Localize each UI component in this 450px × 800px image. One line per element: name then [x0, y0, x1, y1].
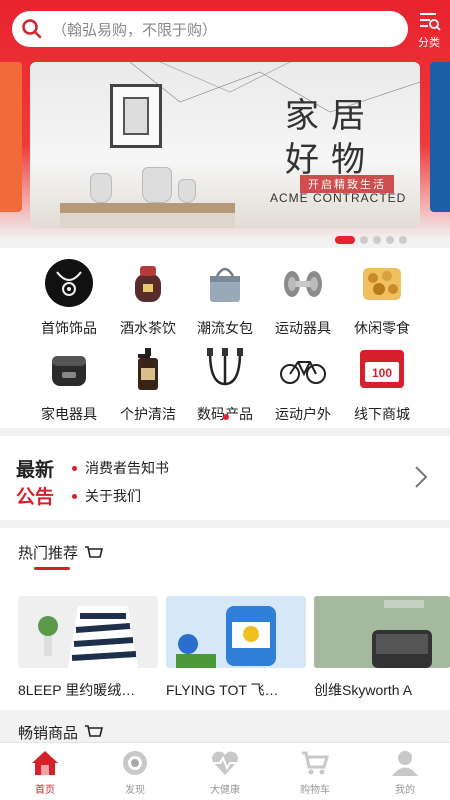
category-item-bags[interactable]: 潮流女包 [185, 258, 265, 338]
vase-image [142, 167, 172, 203]
nav-item-home[interactable]: 首页 [0, 743, 90, 800]
pagination-dot[interactable] [373, 236, 381, 244]
section-underline [34, 567, 70, 570]
home-icon [29, 748, 61, 778]
product-name: FLYING TOT 飞… [166, 682, 279, 698]
search-placeholder: （翰弘易购，不限于购） [52, 21, 218, 39]
chevron-right-icon[interactable] [412, 463, 430, 491]
banner-english-text: ACME CONTRACTED [270, 191, 407, 205]
category-item-sports-gear[interactable]: 运动器具 [263, 258, 343, 338]
category-item-drinks[interactable]: 酒水茶饮 [108, 258, 188, 338]
bicycle-icon [278, 344, 328, 394]
announcement-title: 最新 [16, 460, 55, 481]
pagination-dot[interactable] [335, 236, 355, 244]
section-title: 热门推荐 [18, 542, 104, 563]
announcement-item[interactable]: 关于我们 [72, 486, 141, 506]
banner-next-slide[interactable] [430, 62, 450, 212]
banner-pagination [335, 236, 407, 244]
nav-item-health[interactable]: 大健康 [180, 743, 270, 800]
category-item-personal-care[interactable]: 个护清洁 [108, 344, 188, 424]
hot-recommend-section: 热门推荐 8LEEP 里约暖绒… FLYING TOT 飞… 创维Skywort… [0, 528, 450, 710]
snack-icon [357, 258, 407, 308]
discover-icon [119, 748, 151, 778]
pagination-dot[interactable] [399, 236, 407, 244]
category-label: 休闲零食 [354, 320, 410, 336]
category-label: 潮流女包 [197, 320, 253, 336]
nav-item-cart[interactable]: 购物车 [270, 743, 360, 800]
category-label: 酒水茶饮 [120, 320, 176, 336]
best-seller-section-title: 畅销商品 [18, 720, 104, 744]
pagination-dot[interactable] [386, 236, 394, 244]
product-image [314, 596, 450, 668]
announcement-section[interactable]: 最新 公告 消费者告知书 关于我们 [0, 436, 450, 520]
product-image [166, 596, 306, 668]
shampoo-bottle-icon [123, 344, 173, 394]
banner-title: 好物 [285, 140, 377, 180]
category-label: 运动器具 [275, 320, 331, 336]
category-label: 运动户外 [275, 406, 331, 422]
bottom-nav: 首页 发现 大健康 购物车 我的 [0, 742, 450, 800]
picture-frame-image [110, 84, 162, 148]
cart-icon [85, 545, 104, 558]
nav-item-discover[interactable]: 发现 [90, 743, 180, 800]
category-item-appliances[interactable]: 家电器具 [29, 344, 109, 424]
vase-image [178, 179, 196, 203]
jewelry-icon [44, 258, 94, 308]
voucher-value: 100 [372, 366, 392, 380]
health-icon [209, 748, 241, 778]
category-label: 首饰饰品 [41, 320, 97, 336]
profile-icon [389, 748, 421, 778]
category-label: 家电器具 [41, 406, 97, 422]
category-menu-icon [420, 13, 441, 31]
category-label: 线下商城 [354, 406, 410, 422]
dumbbell-icon [278, 258, 328, 308]
banner-prev-slide[interactable] [0, 62, 22, 212]
search-bar[interactable]: （翰弘易购，不限于购） [12, 11, 408, 47]
product-name: 8LEEP 里约暖绒… [18, 682, 136, 698]
category-item-digital[interactable]: 数码产品 [185, 344, 265, 424]
cart-icon [299, 748, 331, 778]
cart-icon [85, 725, 104, 737]
announcement-title: 公告 [16, 487, 55, 508]
search-icon[interactable] [12, 11, 52, 47]
product-name: 创维Skyworth A [314, 682, 413, 698]
category-item-snacks[interactable]: 休闲零食 [342, 258, 422, 338]
product-card[interactable]: 8LEEP 里约暖绒… [18, 596, 158, 700]
shelf-image [60, 203, 235, 213]
banner-slide[interactable]: 家居 好物 开启精致生活 ACME CONTRACTED [30, 62, 420, 228]
voucher-icon: 100 [357, 344, 407, 394]
announcement-item[interactable]: 消费者告知书 [72, 458, 169, 478]
bullet-icon [72, 465, 77, 471]
category-label: 分类 [418, 37, 440, 49]
category-item-outdoor[interactable]: 运动户外 [263, 344, 343, 424]
bullet-icon [72, 493, 77, 499]
category-label: 个护清洁 [120, 406, 176, 422]
vase-image [90, 173, 112, 203]
product-card[interactable]: 创维Skyworth A [314, 596, 450, 700]
category-item-offline-mall[interactable]: 100 线下商城 [342, 344, 422, 424]
cable-icon [200, 344, 250, 394]
category-item-jewelry[interactable]: 首饰饰品 [29, 258, 109, 338]
handbag-icon [200, 258, 250, 308]
rice-cooker-icon [44, 344, 94, 394]
category-button[interactable]: 分类 [412, 10, 446, 54]
banner-title: 家居 [285, 96, 377, 136]
liquor-jar-icon [123, 258, 173, 308]
category-pagination-dot [223, 414, 229, 420]
category-grid: 首饰饰品 酒水茶饮 潮流女包 运动器具 休闲零食 家电器具 个护清洁 运动户外 … [0, 248, 450, 428]
nav-item-profile[interactable]: 我的 [360, 743, 450, 800]
product-card[interactable]: FLYING TOT 飞… [166, 596, 306, 700]
product-image [18, 596, 158, 668]
pagination-dot[interactable] [360, 236, 368, 244]
